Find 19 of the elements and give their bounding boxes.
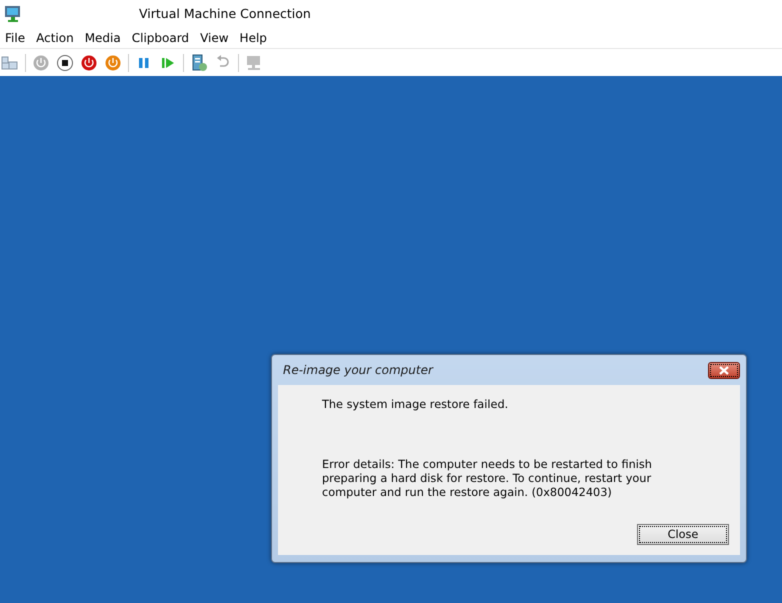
window-title: Virtual Machine Connection bbox=[139, 6, 311, 21]
menu-item[interactable]: File bbox=[0, 31, 30, 45]
close-icon bbox=[719, 366, 729, 374]
error-details: Error details: The computer needs to be restarted to finish preparing a hard disk for restore. To continue, restart your computer and run the restore again. (0x80042403) bbox=[322, 458, 653, 500]
error-message: The system image restore failed. bbox=[322, 398, 510, 411]
power-icon[interactable] bbox=[80, 54, 98, 72]
menu-item[interactable]: Clipboard bbox=[126, 31, 194, 45]
stop-icon[interactable] bbox=[56, 54, 74, 72]
ctrl-alt-del-icon[interactable] bbox=[1, 54, 19, 72]
menu-item[interactable]: View bbox=[195, 31, 234, 45]
checkpoint-icon[interactable] bbox=[190, 54, 208, 72]
menu-item[interactable]: Action bbox=[31, 31, 79, 45]
dialog-title: Re-image your computer bbox=[283, 363, 433, 377]
menu-item[interactable]: Help bbox=[234, 31, 272, 45]
close-button[interactable] bbox=[708, 362, 740, 378]
close-button[interactable]: Close bbox=[637, 524, 729, 545]
power-icon[interactable] bbox=[104, 54, 122, 72]
menu-item[interactable]: Media bbox=[80, 31, 126, 45]
app-icon bbox=[4, 5, 22, 23]
